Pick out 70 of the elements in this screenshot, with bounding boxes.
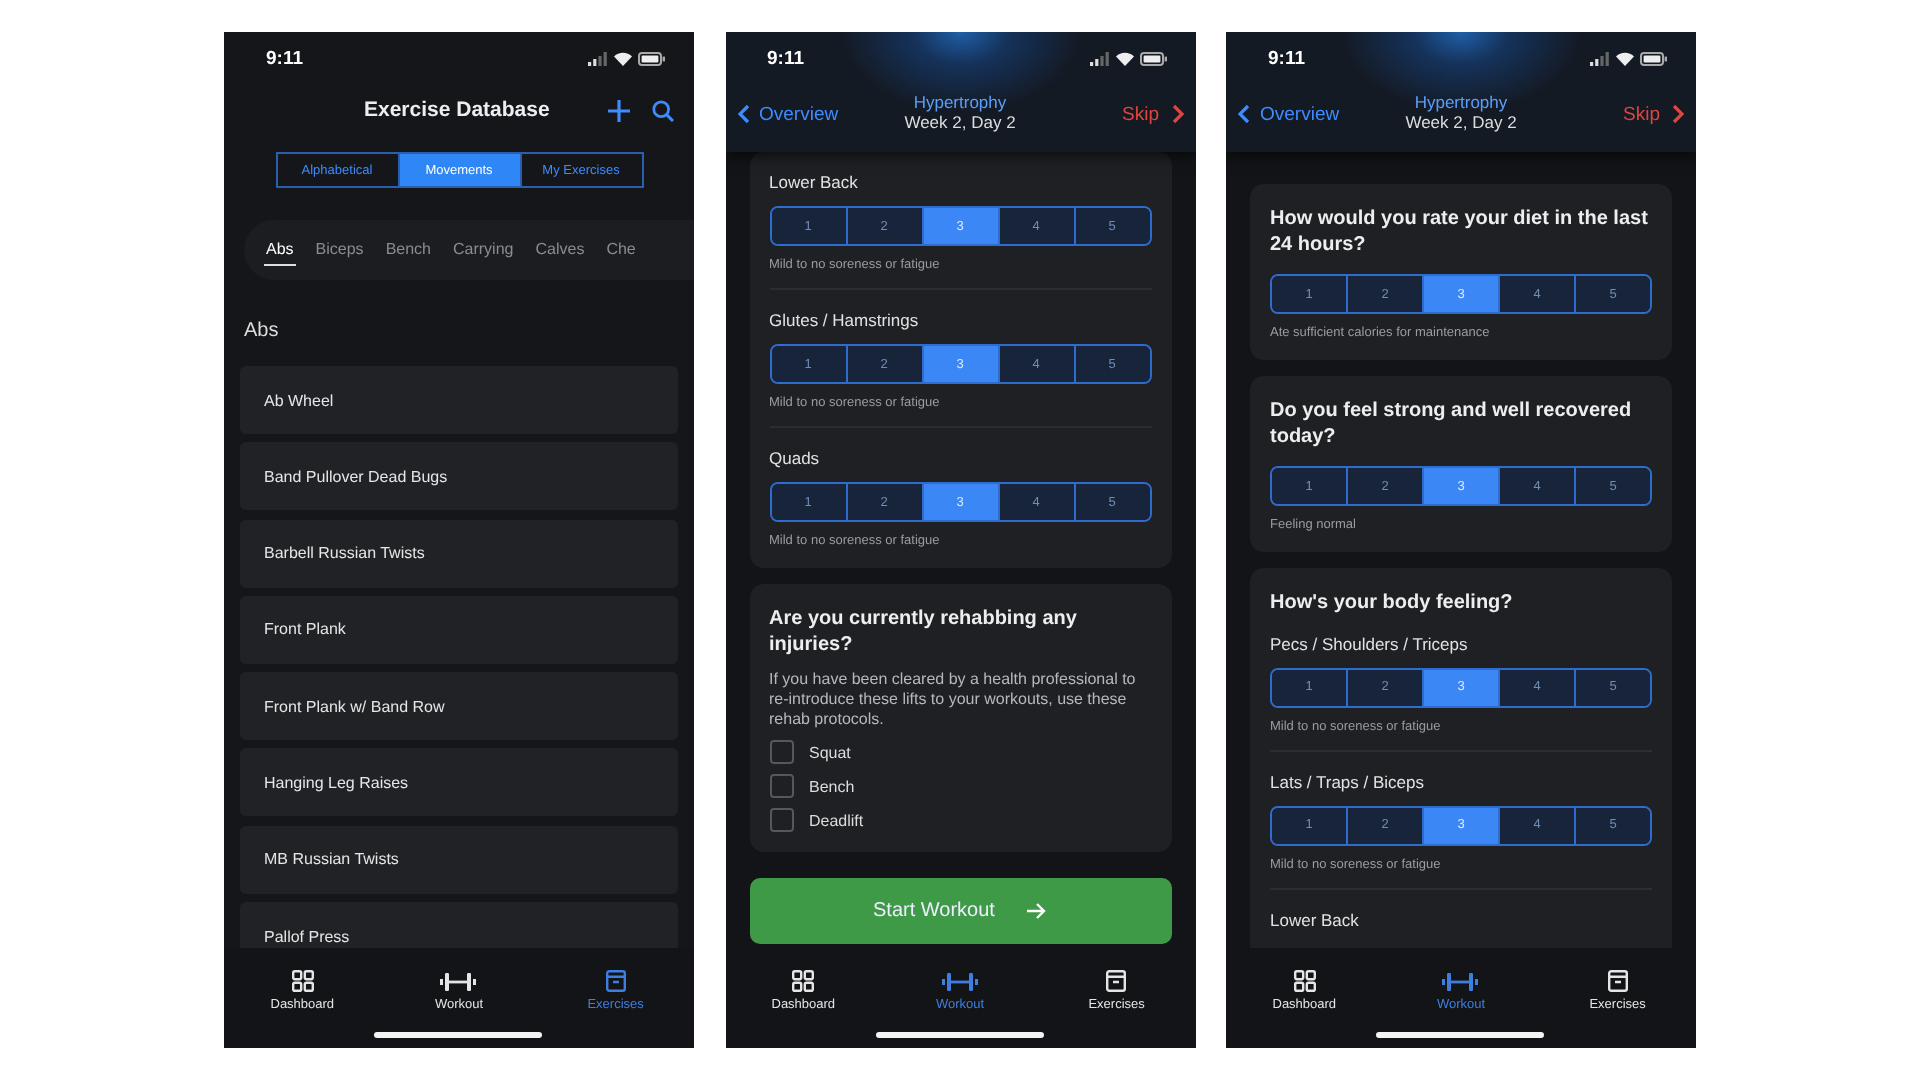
add-icon[interactable] (608, 99, 630, 121)
signal-icon (1089, 51, 1109, 65)
screen-title: Exercise Database (364, 98, 552, 122)
wifi-icon (1115, 51, 1133, 65)
category-tab[interactable]: Biceps (313, 234, 366, 266)
checkbox[interactable] (769, 808, 793, 832)
wifi-icon (614, 51, 632, 65)
checkbox-label: Bench (809, 777, 855, 795)
checkbox[interactable] (769, 740, 793, 764)
start-workout-button[interactable]: Start Workout (749, 878, 1171, 944)
card-title: Do you feel strong and well recovered today? (1270, 400, 1634, 450)
archive-box-icon (605, 970, 626, 992)
card-title: How's your body feeling? (1270, 592, 1515, 617)
archive-box-icon (1106, 970, 1127, 992)
grid-icon (1293, 970, 1316, 992)
chevron-right-icon (1171, 104, 1183, 124)
chevron-left-icon (737, 104, 749, 124)
archive-box-icon (1607, 970, 1628, 992)
battery-icon (1640, 51, 1668, 65)
wifi-icon (1616, 51, 1634, 65)
category-tab[interactable]: Che (604, 234, 638, 266)
exercise-item[interactable]: Band Pullover Dead Bugs (240, 442, 678, 511)
back-link[interactable]: Overview (1238, 103, 1378, 125)
checkbox-label: Squat (809, 743, 851, 761)
exercise-item[interactable]: Front Plank (240, 595, 678, 664)
program-subtitle: Week 2, Day 2 (1405, 114, 1517, 134)
skip-link[interactable]: Skip (1043, 103, 1183, 125)
exercise-item[interactable]: Ab Wheel (240, 366, 678, 434)
program-subtitle: Week 2, Day 2 (904, 114, 1016, 134)
arrow-right-icon (1026, 902, 1047, 920)
dumbbell-icon (1442, 972, 1479, 992)
skip-link[interactable]: Skip (1544, 103, 1684, 125)
category-tab[interactable]: Bench (383, 234, 433, 266)
question-label: Glutes / Hamstrings (769, 310, 921, 330)
program-title: Hypertrophy (1414, 94, 1508, 114)
grid-icon (792, 970, 815, 992)
signal-icon (588, 51, 608, 65)
exercise-item[interactable]: Barbell Russian Twists (240, 519, 678, 588)
back-link[interactable]: Overview (737, 103, 877, 125)
category-tab[interactable]: Abs (264, 234, 296, 266)
checkbox[interactable] (769, 774, 793, 798)
program-title: Hypertrophy (913, 94, 1007, 114)
category-tab[interactable]: Carrying (451, 234, 516, 266)
exercise-item[interactable]: MB Russian Twists (240, 825, 678, 894)
dumbbell-icon (941, 972, 978, 992)
grid-icon (291, 970, 314, 992)
exercise-item[interactable]: Pallof Press (240, 902, 678, 948)
search-icon[interactable] (652, 99, 674, 121)
card-title: Are you currently rehabbing any injuries? (769, 608, 1079, 658)
battery-icon (638, 51, 666, 65)
question-label: Pecs / Shoulders / Triceps (1270, 633, 1470, 653)
dumbbell-icon (440, 972, 477, 992)
question-label: Lower Back (1270, 909, 1361, 929)
status-time: 9:11 (767, 47, 804, 69)
question-label: Quads (769, 448, 822, 468)
question-label: Lats / Traps / Biceps (1270, 771, 1427, 791)
section-title: Abs (244, 320, 281, 342)
exercise-item[interactable]: Front Plank w/ Band Row (240, 672, 678, 741)
signal-icon (1590, 51, 1610, 65)
card-description: If you have been cleared by a health professional to re-introduce these lifts to your workouts, use these rehab protocols. (769, 670, 1138, 730)
checkbox-label: Deadlift (809, 811, 864, 829)
chevron-left-icon (1238, 104, 1250, 124)
category-tab[interactable]: Calves (533, 234, 587, 266)
card-title: How would you rate your diet in the last 24 hours? (1270, 208, 1650, 258)
battery-icon (1139, 51, 1167, 65)
status-time: 9:11 (266, 47, 303, 69)
chevron-right-icon (1672, 104, 1684, 124)
status-time: 9:11 (1268, 47, 1305, 69)
exercise-item[interactable]: Hanging Leg Raises (240, 748, 678, 817)
question-label: Lower Back (769, 172, 860, 192)
